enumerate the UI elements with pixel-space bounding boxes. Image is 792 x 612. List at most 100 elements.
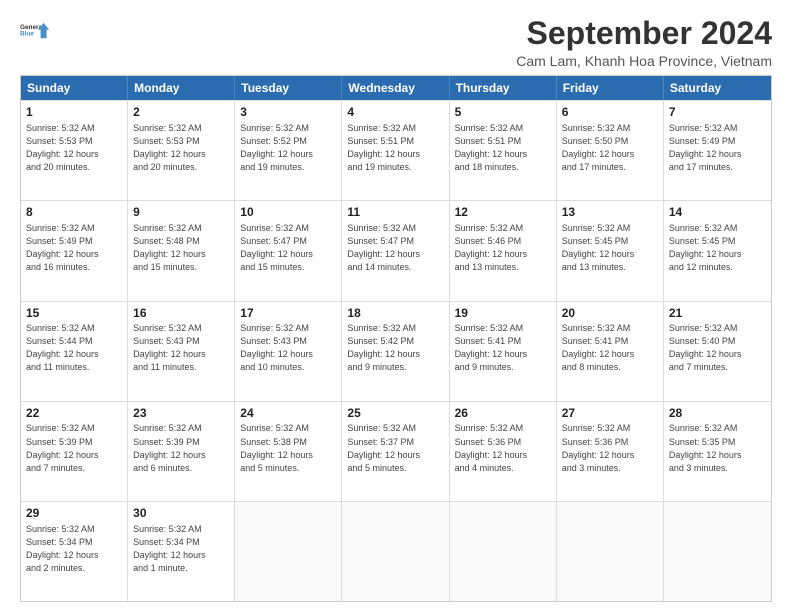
day-info: Sunrise: 5:32 AM Sunset: 5:42 PM Dayligh… (347, 322, 443, 374)
day-info: Sunrise: 5:32 AM Sunset: 5:53 PM Dayligh… (133, 122, 229, 174)
day-number: 14 (669, 204, 766, 221)
day-28: 28Sunrise: 5:32 AM Sunset: 5:35 PM Dayli… (664, 402, 771, 501)
day-number: 2 (133, 104, 229, 121)
day-info: Sunrise: 5:32 AM Sunset: 5:53 PM Dayligh… (26, 122, 122, 174)
day-number: 7 (669, 104, 766, 121)
day-23: 23Sunrise: 5:32 AM Sunset: 5:39 PM Dayli… (128, 402, 235, 501)
week-row-4: 22Sunrise: 5:32 AM Sunset: 5:39 PM Dayli… (21, 401, 771, 501)
day-number: 13 (562, 204, 658, 221)
header-sunday: Sunday (21, 76, 128, 100)
day-3: 3Sunrise: 5:32 AM Sunset: 5:52 PM Daylig… (235, 101, 342, 200)
day-info: Sunrise: 5:32 AM Sunset: 5:43 PM Dayligh… (240, 322, 336, 374)
day-2: 2Sunrise: 5:32 AM Sunset: 5:53 PM Daylig… (128, 101, 235, 200)
day-number: 23 (133, 405, 229, 422)
logo-icon: GeneralBlue (20, 16, 50, 46)
day-number: 15 (26, 305, 122, 322)
day-17: 17Sunrise: 5:32 AM Sunset: 5:43 PM Dayli… (235, 302, 342, 401)
day-13: 13Sunrise: 5:32 AM Sunset: 5:45 PM Dayli… (557, 201, 664, 300)
day-info: Sunrise: 5:32 AM Sunset: 5:45 PM Dayligh… (669, 222, 766, 274)
week-row-3: 15Sunrise: 5:32 AM Sunset: 5:44 PM Dayli… (21, 301, 771, 401)
day-info: Sunrise: 5:32 AM Sunset: 5:49 PM Dayligh… (669, 122, 766, 174)
day-number: 29 (26, 505, 122, 522)
day-4: 4Sunrise: 5:32 AM Sunset: 5:51 PM Daylig… (342, 101, 449, 200)
day-info: Sunrise: 5:32 AM Sunset: 5:38 PM Dayligh… (240, 422, 336, 474)
calendar: Sunday Monday Tuesday Wednesday Thursday… (20, 75, 772, 602)
header-friday: Friday (557, 76, 664, 100)
week-row-5: 29Sunrise: 5:32 AM Sunset: 5:34 PM Dayli… (21, 501, 771, 601)
day-number: 5 (455, 104, 551, 121)
day-number: 24 (240, 405, 336, 422)
day-info: Sunrise: 5:32 AM Sunset: 5:37 PM Dayligh… (347, 422, 443, 474)
day-info: Sunrise: 5:32 AM Sunset: 5:39 PM Dayligh… (26, 422, 122, 474)
header-wednesday: Wednesday (342, 76, 449, 100)
day-number: 22 (26, 405, 122, 422)
day-info: Sunrise: 5:32 AM Sunset: 5:50 PM Dayligh… (562, 122, 658, 174)
day-16: 16Sunrise: 5:32 AM Sunset: 5:43 PM Dayli… (128, 302, 235, 401)
calendar-header: Sunday Monday Tuesday Wednesday Thursday… (21, 76, 771, 100)
logo: GeneralBlue (20, 16, 50, 46)
day-info: Sunrise: 5:32 AM Sunset: 5:48 PM Dayligh… (133, 222, 229, 274)
day-number: 21 (669, 305, 766, 322)
day-number: 3 (240, 104, 336, 121)
day-number: 30 (133, 505, 229, 522)
day-15: 15Sunrise: 5:32 AM Sunset: 5:44 PM Dayli… (21, 302, 128, 401)
week-row-1: 1Sunrise: 5:32 AM Sunset: 5:53 PM Daylig… (21, 100, 771, 200)
day-info: Sunrise: 5:32 AM Sunset: 5:44 PM Dayligh… (26, 322, 122, 374)
empty-cell-4-3 (342, 502, 449, 601)
day-number: 10 (240, 204, 336, 221)
day-number: 8 (26, 204, 122, 221)
empty-cell-4-6 (664, 502, 771, 601)
day-info: Sunrise: 5:32 AM Sunset: 5:45 PM Dayligh… (562, 222, 658, 274)
day-21: 21Sunrise: 5:32 AM Sunset: 5:40 PM Dayli… (664, 302, 771, 401)
header: GeneralBlue September 2024 Cam Lam, Khan… (20, 16, 772, 69)
empty-cell-4-5 (557, 502, 664, 601)
day-number: 1 (26, 104, 122, 121)
day-number: 17 (240, 305, 336, 322)
day-19: 19Sunrise: 5:32 AM Sunset: 5:41 PM Dayli… (450, 302, 557, 401)
title-section: September 2024 Cam Lam, Khanh Hoa Provin… (516, 16, 772, 69)
day-info: Sunrise: 5:32 AM Sunset: 5:43 PM Dayligh… (133, 322, 229, 374)
day-info: Sunrise: 5:32 AM Sunset: 5:36 PM Dayligh… (562, 422, 658, 474)
empty-cell-4-4 (450, 502, 557, 601)
day-number: 19 (455, 305, 551, 322)
day-26: 26Sunrise: 5:32 AM Sunset: 5:36 PM Dayli… (450, 402, 557, 501)
day-number: 26 (455, 405, 551, 422)
day-20: 20Sunrise: 5:32 AM Sunset: 5:41 PM Dayli… (557, 302, 664, 401)
month-title: September 2024 (516, 16, 772, 51)
day-number: 20 (562, 305, 658, 322)
day-info: Sunrise: 5:32 AM Sunset: 5:52 PM Dayligh… (240, 122, 336, 174)
day-info: Sunrise: 5:32 AM Sunset: 5:51 PM Dayligh… (347, 122, 443, 174)
day-30: 30Sunrise: 5:32 AM Sunset: 5:34 PM Dayli… (128, 502, 235, 601)
header-monday: Monday (128, 76, 235, 100)
day-5: 5Sunrise: 5:32 AM Sunset: 5:51 PM Daylig… (450, 101, 557, 200)
day-number: 12 (455, 204, 551, 221)
header-saturday: Saturday (664, 76, 771, 100)
day-18: 18Sunrise: 5:32 AM Sunset: 5:42 PM Dayli… (342, 302, 449, 401)
day-info: Sunrise: 5:32 AM Sunset: 5:40 PM Dayligh… (669, 322, 766, 374)
day-info: Sunrise: 5:32 AM Sunset: 5:47 PM Dayligh… (240, 222, 336, 274)
location: Cam Lam, Khanh Hoa Province, Vietnam (516, 53, 772, 69)
header-tuesday: Tuesday (235, 76, 342, 100)
day-info: Sunrise: 5:32 AM Sunset: 5:36 PM Dayligh… (455, 422, 551, 474)
day-9: 9Sunrise: 5:32 AM Sunset: 5:48 PM Daylig… (128, 201, 235, 300)
page: GeneralBlue September 2024 Cam Lam, Khan… (0, 0, 792, 612)
day-info: Sunrise: 5:32 AM Sunset: 5:47 PM Dayligh… (347, 222, 443, 274)
day-7: 7Sunrise: 5:32 AM Sunset: 5:49 PM Daylig… (664, 101, 771, 200)
day-number: 28 (669, 405, 766, 422)
day-25: 25Sunrise: 5:32 AM Sunset: 5:37 PM Dayli… (342, 402, 449, 501)
day-1: 1Sunrise: 5:32 AM Sunset: 5:53 PM Daylig… (21, 101, 128, 200)
day-info: Sunrise: 5:32 AM Sunset: 5:34 PM Dayligh… (26, 523, 122, 575)
week-row-2: 8Sunrise: 5:32 AM Sunset: 5:49 PM Daylig… (21, 200, 771, 300)
day-number: 18 (347, 305, 443, 322)
day-14: 14Sunrise: 5:32 AM Sunset: 5:45 PM Dayli… (664, 201, 771, 300)
day-info: Sunrise: 5:32 AM Sunset: 5:39 PM Dayligh… (133, 422, 229, 474)
svg-text:Blue: Blue (20, 31, 34, 38)
day-24: 24Sunrise: 5:32 AM Sunset: 5:38 PM Dayli… (235, 402, 342, 501)
day-29: 29Sunrise: 5:32 AM Sunset: 5:34 PM Dayli… (21, 502, 128, 601)
calendar-body: 1Sunrise: 5:32 AM Sunset: 5:53 PM Daylig… (21, 100, 771, 601)
header-thursday: Thursday (450, 76, 557, 100)
day-11: 11Sunrise: 5:32 AM Sunset: 5:47 PM Dayli… (342, 201, 449, 300)
day-number: 11 (347, 204, 443, 221)
day-12: 12Sunrise: 5:32 AM Sunset: 5:46 PM Dayli… (450, 201, 557, 300)
day-info: Sunrise: 5:32 AM Sunset: 5:35 PM Dayligh… (669, 422, 766, 474)
